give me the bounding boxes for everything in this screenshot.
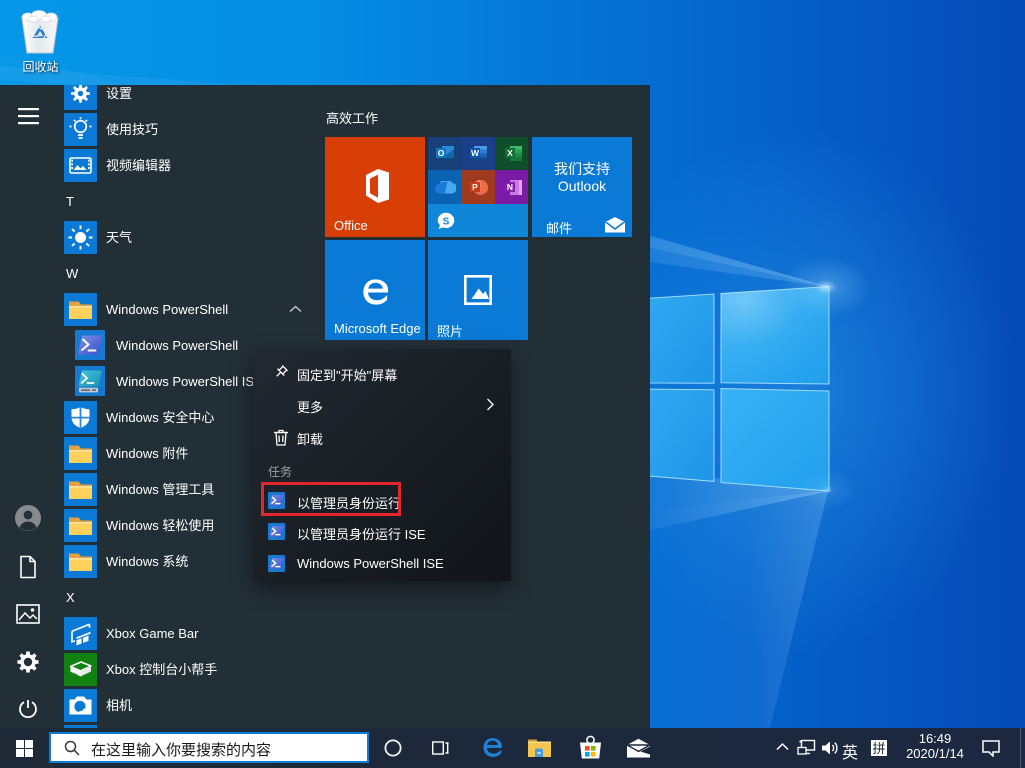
svg-text:P: P — [472, 182, 478, 192]
svg-text:N: N — [507, 182, 513, 192]
svg-text:X: X — [507, 148, 513, 158]
svg-text:O: O — [438, 148, 445, 158]
svg-text:W: W — [471, 148, 480, 158]
svg-text:S: S — [443, 216, 450, 227]
